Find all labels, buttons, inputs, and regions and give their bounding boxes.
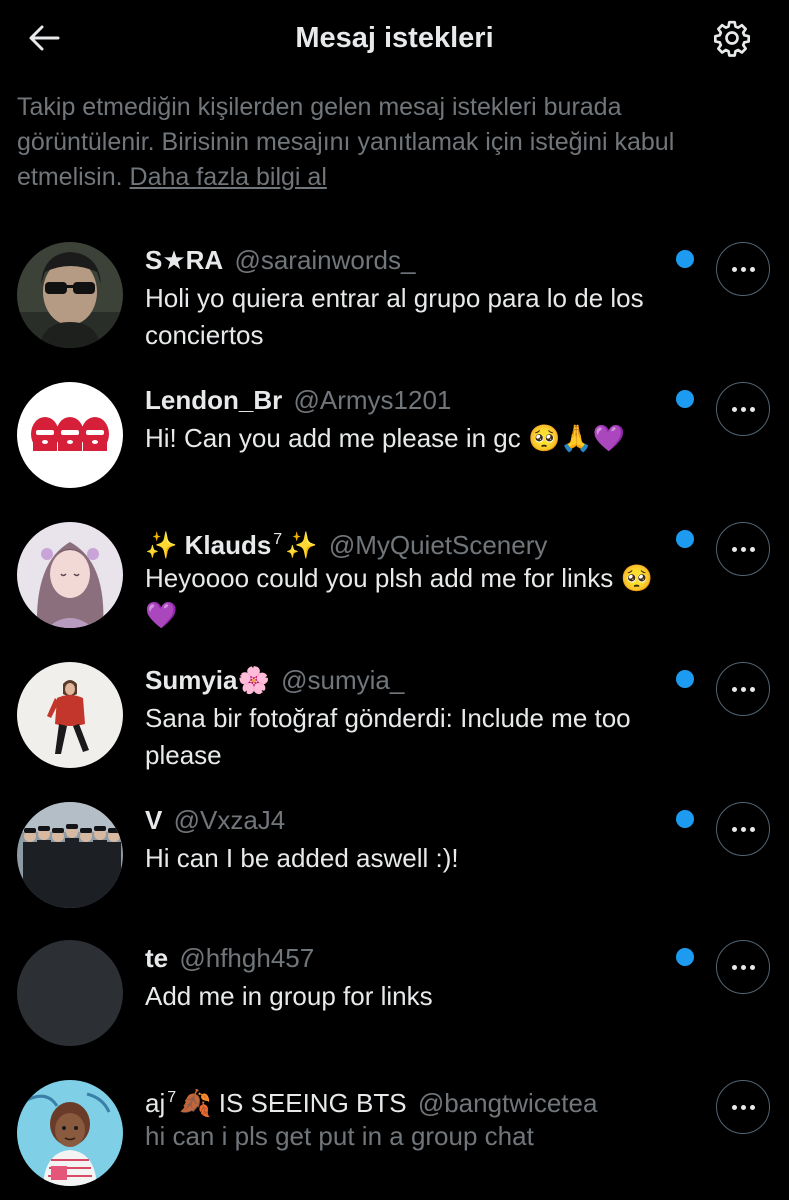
- request-item[interactable]: Sumyia🌸 @sumyia_ Sana bir fotoğraf gönde…: [0, 642, 789, 782]
- username-handle: @VxzaJ4: [173, 805, 286, 835]
- message-preview: hi can i pls get put in a group chat: [145, 1121, 534, 1151]
- cherry-blossom-emoji: 🌸: [237, 665, 270, 695]
- message-preview: Hi! Can you add me please in gc 🥺🙏💜: [145, 423, 626, 453]
- page-title: Mesaj istekleri: [295, 22, 494, 54]
- more-options-button[interactable]: [716, 382, 770, 436]
- message-preview: Sana bir fotoğraf gönderdi: Include me t…: [145, 703, 631, 770]
- avatar: [17, 802, 123, 908]
- more-options-button[interactable]: [716, 802, 770, 856]
- more-options-button[interactable]: [716, 522, 770, 576]
- sender-name-line: S★RA @sarainwords_: [145, 242, 665, 278]
- more-horizontal-icon: [731, 964, 755, 970]
- message-preview: Holi yo quiera entrar al grupo para lo d…: [145, 283, 644, 350]
- header: Mesaj istekleri: [0, 0, 789, 80]
- request-item[interactable]: Lendon_Br @Armys1201 Hi! Can you add me …: [0, 362, 789, 502]
- unread-indicator: [676, 810, 694, 828]
- more-horizontal-icon: [731, 826, 755, 832]
- display-name: Klauds: [184, 530, 272, 560]
- fallen-leaf-emoji: 🍂: [179, 1088, 212, 1118]
- more-options-button[interactable]: [716, 1080, 770, 1134]
- sender-name-line: Lendon_Br @Armys1201: [145, 382, 665, 418]
- avatar: [17, 522, 123, 628]
- sparkles-emoji: ✨: [145, 530, 178, 560]
- username-handle: @bangtwicetea: [417, 1088, 598, 1118]
- sender-name-line: te @hfhgh457: [145, 940, 665, 976]
- sender-name-line: ✨ Klauds 7 ✨ @MyQuietScenery: [145, 522, 665, 563]
- avatar: [17, 1080, 123, 1186]
- username-handle: @sarainwords_: [234, 245, 416, 275]
- settings-button[interactable]: [706, 18, 758, 62]
- intro-text: Takip etmediğin kişilerden gelen mesaj i…: [17, 93, 675, 191]
- display-name: aj: [145, 1088, 166, 1118]
- more-horizontal-icon: [731, 686, 755, 692]
- message-preview: Hi can I be added aswell :)!: [145, 843, 459, 873]
- unread-indicator: [676, 670, 694, 688]
- name-superscript: 7: [167, 1089, 177, 1106]
- request-item[interactable]: te @hfhgh457 Add me in group for links: [0, 920, 789, 1060]
- learn-more-link[interactable]: Daha fazla bilgi al: [130, 163, 327, 191]
- avatar: [17, 940, 123, 1046]
- gear-icon: [712, 18, 752, 63]
- unread-indicator: [676, 390, 694, 408]
- message-preview: Heyoooo could you plsh add me for links …: [145, 563, 653, 630]
- request-item[interactable]: V @VxzaJ4 Hi can I be added aswell :)!: [0, 782, 789, 922]
- intro-description: Takip etmediğin kişilerden gelen mesaj i…: [17, 90, 757, 195]
- more-horizontal-icon: [731, 546, 755, 552]
- message-preview: Add me in group for links: [145, 981, 433, 1011]
- request-item[interactable]: aj 7 🍂 IS SEEING BTS @bangtwicetea hi can …: [0, 1060, 789, 1200]
- display-name: S★RA: [145, 245, 224, 275]
- avatar: [17, 382, 123, 488]
- username-handle: @sumyia_: [281, 665, 405, 695]
- request-item[interactable]: S★RA @sarainwords_ Holi yo quiera entrar…: [0, 222, 789, 362]
- display-name-suffix: IS SEEING BTS: [218, 1088, 407, 1118]
- unread-indicator: [676, 250, 694, 268]
- username-handle: @hfhgh457: [179, 943, 315, 973]
- display-name: Lendon_Br: [145, 385, 283, 415]
- sparkles-emoji: ✨: [285, 530, 318, 560]
- more-horizontal-icon: [731, 406, 755, 412]
- unread-indicator: [676, 948, 694, 966]
- more-options-button[interactable]: [716, 940, 770, 994]
- username-handle: @MyQuietScenery: [328, 530, 548, 560]
- username-handle: @Armys1201: [293, 385, 452, 415]
- unread-indicator: [676, 530, 694, 548]
- name-superscript: 7: [273, 531, 283, 548]
- more-options-button[interactable]: [716, 662, 770, 716]
- avatar: [17, 242, 123, 348]
- sender-name-line: Sumyia🌸 @sumyia_: [145, 662, 665, 698]
- display-name: Sumyia: [145, 665, 238, 695]
- display-name: V: [145, 805, 163, 835]
- sender-name-line: V @VxzaJ4: [145, 802, 665, 838]
- avatar: [17, 662, 123, 768]
- request-item[interactable]: ✨ Klauds 7 ✨ @MyQuietScenery Heyoooo could…: [0, 502, 789, 642]
- sender-name-line: aj 7 🍂 IS SEEING BTS @bangtwicetea: [145, 1080, 665, 1121]
- more-horizontal-icon: [731, 1104, 755, 1110]
- display-name: te: [145, 943, 169, 973]
- more-options-button[interactable]: [716, 242, 770, 296]
- more-horizontal-icon: [731, 266, 755, 272]
